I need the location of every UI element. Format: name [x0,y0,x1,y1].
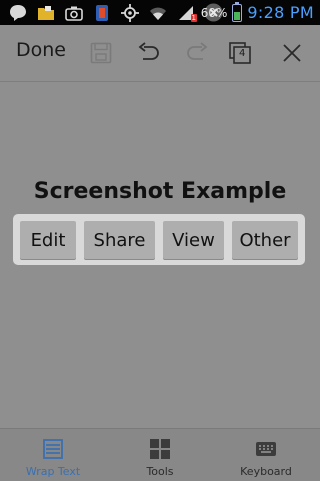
close-button[interactable] [276,37,308,69]
nav-wrap-text[interactable]: Wrap Text [0,429,106,481]
camera-icon [64,3,83,22]
notification-icons: 1 [8,3,223,22]
tools-grid-icon [150,439,170,459]
undo-button[interactable] [133,37,165,69]
wifi-icon [148,3,167,22]
share-button[interactable]: Share [84,221,155,259]
save-button[interactable] [85,37,117,69]
nav-label: Keyboard [240,465,292,478]
other-button[interactable]: Other [232,221,298,259]
nav-tools[interactable]: Tools [107,429,213,481]
folder-icon [36,3,55,22]
pages-button[interactable]: 4 [224,37,256,69]
bottom-navigation: Wrap Text Tools Keyboard [0,428,320,481]
pages-count: 4 [239,48,246,59]
nav-label: Wrap Text [25,465,81,478]
redo-icon [187,42,208,60]
app-notification-icon [92,3,111,22]
battery-icon [232,1,243,22]
nav-keyboard[interactable]: Keyboard [213,429,319,481]
save-icon [90,42,112,64]
clock: 9:28 PM [247,3,314,22]
done-button[interactable]: Done [16,39,66,61]
edit-button[interactable]: Edit [20,221,76,259]
close-icon [283,44,301,62]
wrap-text-icon [43,439,63,459]
button-group: Edit Share View Other [13,214,305,265]
signal-icon: 1 [176,3,197,22]
keyboard-icon [256,442,276,456]
undo-icon [138,42,159,60]
chat-bubble-icon [8,3,27,22]
nav-label: Tools [146,465,174,478]
battery-percent: 60% [200,5,228,20]
page-title: Screenshot Example [33,179,287,204]
sim-badge: 1 [190,14,197,22]
editor-canvas[interactable]: Screenshot Example Edit Share View Other [0,82,320,428]
status-bar: 1 60% 9:28 PM [0,0,320,25]
gps-icon [120,3,139,22]
editor-toolbar: Done 4 [0,25,320,82]
view-button[interactable]: View [163,221,224,259]
redo-button[interactable] [181,37,213,69]
